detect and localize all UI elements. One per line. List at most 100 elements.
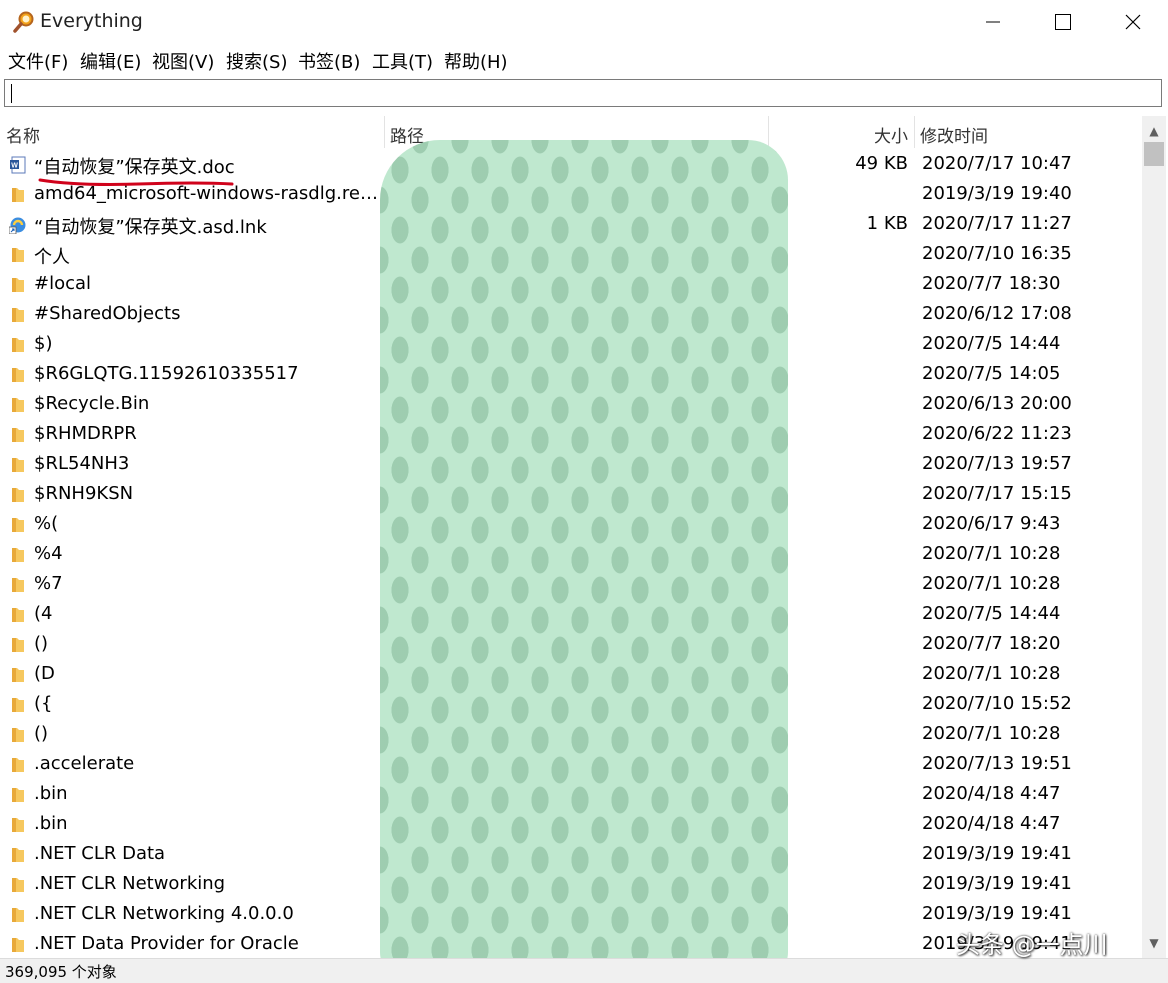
row-name: .NET CLR Networking 4.0.0.0 bbox=[34, 903, 294, 924]
text-caret bbox=[11, 84, 12, 103]
magnifier-icon bbox=[12, 10, 36, 34]
scroll-up-icon[interactable]: ▲ bbox=[1142, 120, 1166, 142]
row-modified: 2020/7/1 10:28 bbox=[922, 723, 1061, 744]
close-button[interactable] bbox=[1098, 0, 1168, 44]
row-modified: 2020/7/10 16:35 bbox=[922, 243, 1072, 264]
column-header-modified[interactable]: 修改时间 bbox=[920, 122, 988, 147]
menu-search[interactable]: 搜索(S) bbox=[226, 48, 287, 74]
red-underline-annotation bbox=[38, 178, 234, 186]
minimize-button[interactable] bbox=[958, 0, 1028, 44]
folder-icon bbox=[9, 846, 27, 864]
close-icon bbox=[1125, 14, 1141, 30]
folder-icon bbox=[9, 546, 27, 564]
row-modified: 2020/7/5 14:44 bbox=[922, 333, 1061, 354]
folder-icon bbox=[9, 756, 27, 774]
row-name: #SharedObjects bbox=[34, 303, 181, 324]
search-input[interactable] bbox=[4, 79, 1162, 107]
row-name: .bin bbox=[34, 783, 68, 804]
row-modified: 2019/3/19 19:40 bbox=[922, 183, 1072, 204]
object-count: 369,095 个对象 bbox=[5, 963, 117, 981]
row-name: $R6GLQTG.11592610335517 bbox=[34, 363, 299, 384]
row-name: .NET CLR Networking bbox=[34, 873, 226, 894]
row-modified: 2020/4/18 4:47 bbox=[922, 783, 1061, 804]
folder-icon bbox=[9, 876, 27, 894]
column-header-name[interactable]: 名称 bbox=[6, 122, 40, 147]
folder-icon bbox=[9, 816, 27, 834]
row-name: $RHMDRPR bbox=[34, 423, 137, 444]
menu-bar: 文件(F) 编辑(E) 视图(V) 搜索(S) 书签(B) 工具(T) 帮助(H… bbox=[0, 44, 1168, 76]
menu-bookmarks[interactable]: 书签(B) bbox=[298, 48, 360, 74]
row-modified: 2020/7/17 11:27 bbox=[922, 213, 1072, 234]
folder-icon bbox=[9, 636, 27, 654]
folder-icon bbox=[9, 366, 27, 384]
row-modified: 2020/7/1 10:28 bbox=[922, 573, 1061, 594]
row-name: $RNH9KSN bbox=[34, 483, 134, 504]
menu-view[interactable]: 视图(V) bbox=[152, 48, 214, 74]
menu-help[interactable]: 帮助(H) bbox=[444, 48, 508, 74]
maximize-button[interactable] bbox=[1028, 0, 1098, 44]
svg-text:W: W bbox=[11, 163, 18, 170]
row-modified: 2020/4/18 4:47 bbox=[922, 813, 1061, 834]
menu-file[interactable]: 文件(F) bbox=[8, 48, 68, 74]
word-doc-icon: W bbox=[9, 156, 27, 174]
row-modified: 2020/7/7 18:20 bbox=[922, 633, 1061, 654]
row-name: .accelerate bbox=[34, 753, 135, 774]
scroll-down-icon[interactable]: ▼ bbox=[1142, 932, 1166, 954]
title-bar: Everything bbox=[0, 0, 1168, 44]
folder-icon bbox=[9, 246, 27, 264]
row-modified: 2020/6/22 11:23 bbox=[922, 423, 1072, 444]
minimize-icon bbox=[986, 21, 1000, 23]
row-name: $) bbox=[34, 333, 53, 354]
row-name: (4 bbox=[34, 603, 53, 624]
vertical-scrollbar[interactable]: ▲ ▼ bbox=[1142, 116, 1166, 958]
folder-icon bbox=[9, 336, 27, 354]
window-title: Everything bbox=[40, 10, 143, 32]
row-name: .NET Data Provider for Oracle bbox=[34, 933, 299, 954]
folder-icon bbox=[9, 606, 27, 624]
row-modified: 2020/7/7 18:30 bbox=[922, 273, 1061, 294]
row-modified: 2020/7/5 14:05 bbox=[922, 363, 1061, 384]
row-name: (D bbox=[34, 663, 55, 684]
column-divider[interactable] bbox=[384, 116, 385, 148]
folder-icon bbox=[9, 306, 27, 324]
row-modified: 2020/6/17 9:43 bbox=[922, 513, 1061, 534]
row-name: $Recycle.Bin bbox=[34, 393, 150, 414]
row-modified: 2020/7/10 15:52 bbox=[922, 693, 1072, 714]
row-size: 49 KB bbox=[855, 153, 908, 174]
folder-icon bbox=[9, 276, 27, 294]
column-divider[interactable] bbox=[914, 116, 915, 148]
folder-icon bbox=[9, 516, 27, 534]
row-name: %( bbox=[34, 513, 59, 534]
row-modified: 2020/6/12 17:08 bbox=[922, 303, 1072, 324]
folder-icon bbox=[9, 396, 27, 414]
folder-icon bbox=[9, 666, 27, 684]
column-header-size[interactable]: 大小 bbox=[874, 122, 908, 147]
row-modified: 2020/7/13 19:57 bbox=[922, 453, 1072, 474]
folder-icon bbox=[9, 486, 27, 504]
watermark: 头条 @一点川 bbox=[956, 931, 1108, 959]
scroll-thumb[interactable] bbox=[1144, 142, 1164, 166]
row-modified: 2020/7/1 10:28 bbox=[922, 663, 1061, 684]
row-modified: 2020/7/17 10:47 bbox=[922, 153, 1072, 174]
row-modified: 2020/7/13 19:51 bbox=[922, 753, 1072, 774]
column-divider[interactable] bbox=[768, 116, 769, 148]
row-modified: 2019/3/19 19:41 bbox=[922, 903, 1072, 924]
folder-icon bbox=[9, 456, 27, 474]
row-name: .bin bbox=[34, 813, 68, 834]
folder-icon bbox=[9, 786, 27, 804]
menu-tools[interactable]: 工具(T) bbox=[372, 48, 433, 74]
menu-edit[interactable]: 编辑(E) bbox=[80, 48, 141, 74]
row-name: 个人 bbox=[34, 247, 70, 268]
maximize-icon bbox=[1055, 14, 1071, 30]
row-modified: 2020/7/1 10:28 bbox=[922, 543, 1061, 564]
status-bar: 369,095 个对象 bbox=[0, 958, 1168, 983]
row-modified: 2020/6/13 20:00 bbox=[922, 393, 1072, 414]
folder-icon bbox=[9, 426, 27, 444]
folder-icon bbox=[9, 696, 27, 714]
row-modified: 2019/3/19 19:41 bbox=[922, 843, 1072, 864]
row-modified: 2020/7/17 15:15 bbox=[922, 483, 1072, 504]
row-name: $RL54NH3 bbox=[34, 453, 130, 474]
row-size: 1 KB bbox=[866, 213, 908, 234]
folder-icon bbox=[9, 186, 27, 204]
row-name: %4 bbox=[34, 543, 63, 564]
